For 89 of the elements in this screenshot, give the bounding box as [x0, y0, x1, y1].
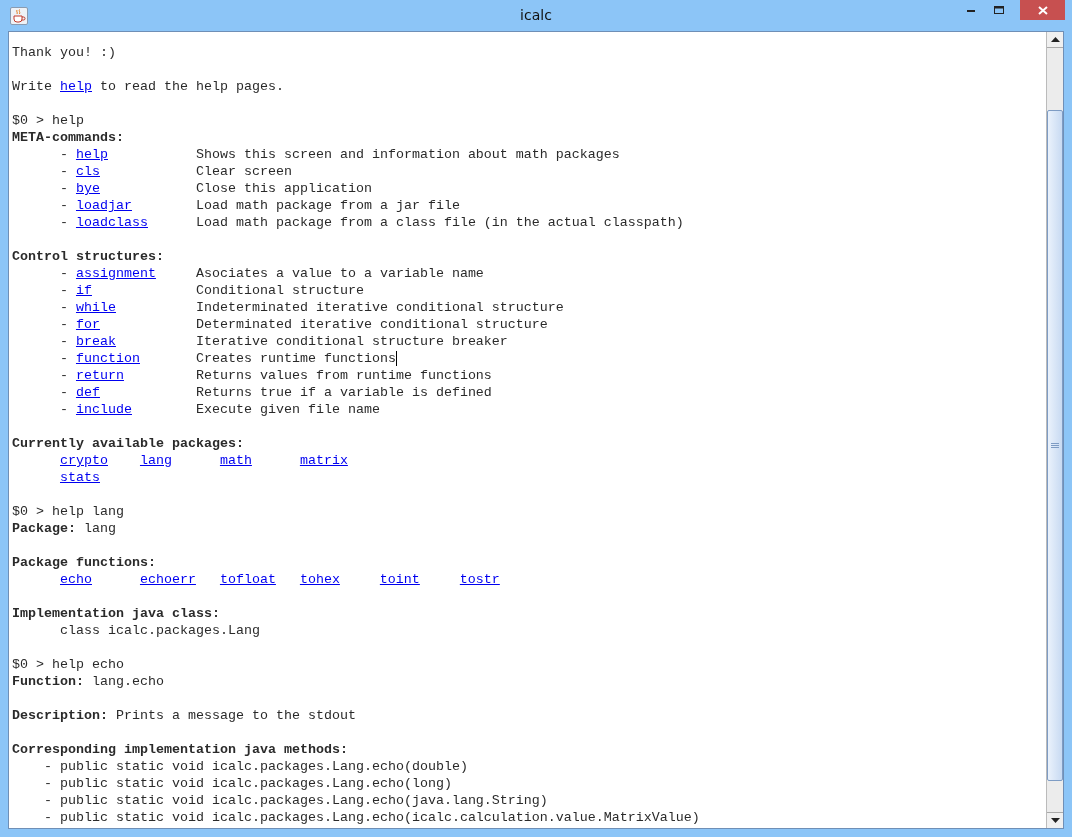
- dash: -: [60, 402, 68, 417]
- dash: -: [60, 385, 68, 400]
- dash: -: [60, 266, 68, 281]
- package-link[interactable]: toint: [379, 572, 420, 587]
- console-text: Write help to read the help pages.: [12, 79, 284, 94]
- command-description: Conditional structure: [195, 283, 365, 298]
- dash: -: [60, 164, 68, 179]
- dash: -: [60, 368, 68, 383]
- section-heading: Implementation java class:: [12, 606, 220, 621]
- package-link[interactable]: stats: [60, 470, 100, 485]
- command-link[interactable]: return: [75, 368, 124, 383]
- scroll-up-button[interactable]: [1047, 32, 1063, 48]
- command-description: Returns values from runtime functions: [195, 368, 493, 383]
- dash: -: [60, 283, 68, 298]
- scroll-down-button[interactable]: [1047, 812, 1063, 828]
- command-description: Iterative conditional structure breaker: [195, 334, 509, 349]
- command-description: Determinated iterative conditional structure: [195, 317, 549, 332]
- dash: -: [60, 181, 68, 196]
- console-text: $0 > help lang: [12, 504, 124, 519]
- dash: -: [44, 793, 52, 808]
- package-link[interactable]: crypto: [60, 453, 108, 468]
- console-text: Description: Prints a message to the stdout: [12, 708, 356, 723]
- minimize-icon: [966, 8, 976, 12]
- dash: -: [60, 147, 68, 162]
- dash: -: [60, 215, 68, 230]
- console-text: $0 > help: [12, 113, 84, 128]
- command-link[interactable]: function: [75, 351, 140, 366]
- cup-icon[interactable]: [10, 7, 28, 25]
- command-description: Execute given file name: [195, 402, 381, 417]
- command-link[interactable]: bye: [75, 181, 100, 196]
- method-signature: public static void icalc.packages.Lang.echo(icalc.calculation.value.MatrixValue): [59, 810, 700, 825]
- package-link[interactable]: tostr: [459, 572, 500, 587]
- dash: -: [60, 351, 68, 366]
- command-link[interactable]: for: [75, 317, 100, 332]
- maximize-icon: [993, 5, 1005, 15]
- console-text: Package: lang: [12, 521, 116, 536]
- command-link[interactable]: help: [75, 147, 108, 162]
- command-description: Creates runtime functions: [195, 351, 397, 366]
- method-signature: public static void icalc.packages.Lang.echo(double): [59, 759, 468, 774]
- dash: -: [44, 759, 52, 774]
- command-description: Returns true if a variable is defined: [195, 385, 493, 400]
- console-text: Thank you! :): [12, 45, 116, 60]
- command-link[interactable]: cls: [75, 164, 100, 179]
- dash: -: [60, 198, 68, 213]
- command-description: Load math package from a class file (in the actual classpath): [195, 215, 685, 230]
- command-link[interactable]: break: [75, 334, 116, 349]
- console-text: class icalc.packages.Lang: [60, 623, 260, 638]
- section-heading: META-commands:: [12, 130, 124, 145]
- package-link[interactable]: matrix: [299, 453, 348, 468]
- command-link[interactable]: def: [75, 385, 100, 400]
- console-text: Function: lang.echo: [12, 674, 164, 689]
- section-heading: Control structures:: [12, 249, 164, 264]
- command-link[interactable]: loadjar: [75, 198, 132, 213]
- dash: -: [60, 334, 68, 349]
- section-heading: Currently available packages:: [12, 436, 244, 451]
- dash: -: [60, 300, 68, 315]
- section-heading: Corresponding implementation java methods:: [12, 742, 348, 757]
- command-description: Close this application: [195, 181, 373, 196]
- command-description: Asociates a value to a variable name: [195, 266, 485, 281]
- window-title: icalc: [520, 6, 552, 23]
- package-link[interactable]: echoerr: [139, 572, 196, 587]
- grip-icon: [1051, 443, 1059, 448]
- close-icon: [1037, 5, 1048, 15]
- command-description: Load math package from a jar file: [195, 198, 461, 213]
- down-arrow-icon: [1050, 818, 1060, 823]
- command-description: Clear screen: [195, 164, 293, 179]
- dash: -: [44, 810, 52, 825]
- scrollbar-thumb[interactable]: [1047, 110, 1063, 781]
- package-link[interactable]: tohex: [299, 572, 340, 587]
- package-link[interactable]: echo: [60, 572, 92, 587]
- command-link[interactable]: assignment: [75, 266, 156, 281]
- method-signature: public static void icalc.packages.Lang.echo(long): [59, 776, 452, 791]
- up-arrow-icon: [1050, 37, 1060, 42]
- section-heading: Package functions:: [12, 555, 156, 570]
- command-description: Indeterminated iterative conditional structure: [195, 300, 565, 315]
- method-signature: public static void icalc.packages.Lang.echo(java.lang.String): [59, 793, 548, 808]
- package-link[interactable]: math: [219, 453, 252, 468]
- command-description: Shows this screen and information about math packages: [195, 147, 621, 162]
- console-text: $0 > help echo: [12, 657, 124, 672]
- package-link[interactable]: lang: [139, 453, 172, 468]
- help-link[interactable]: help: [60, 79, 92, 94]
- command-link[interactable]: while: [75, 300, 116, 315]
- command-link[interactable]: loadclass: [75, 215, 148, 230]
- dash: -: [44, 776, 52, 791]
- command-link[interactable]: if: [75, 283, 92, 298]
- dash: -: [60, 317, 68, 332]
- package-link[interactable]: tofloat: [219, 572, 276, 587]
- command-link[interactable]: include: [75, 402, 132, 417]
- close-button[interactable]: [1020, 0, 1065, 20]
